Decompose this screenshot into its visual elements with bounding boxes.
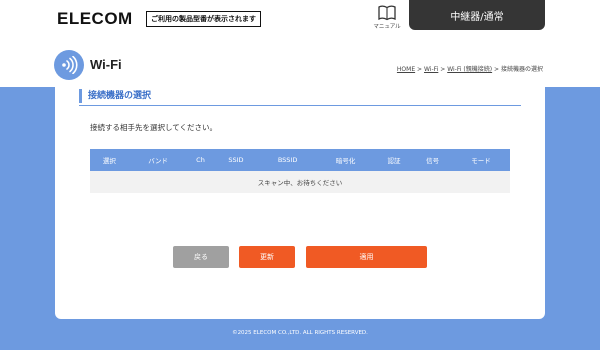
section-divider [79,105,521,106]
breadcrumb-separator: > [417,66,423,73]
col-band: バンド [128,149,188,171]
breadcrumb-wifi-parent[interactable]: Wi-Fi (親機接続) [447,66,492,73]
col-signal: 信号 [413,149,452,171]
breadcrumb-current: 接続機器の選択 [500,66,543,73]
col-mode: モード [451,149,510,171]
col-auth: 認証 [374,149,414,171]
mode-tab[interactable]: 中継器/通常 [409,0,545,30]
page-title: Wi-Fi [90,57,122,72]
table-row: スキャン中、お待ちください [90,171,510,193]
breadcrumb-separator: > [440,66,446,73]
breadcrumb-home[interactable]: HOME [397,66,415,73]
manual-link[interactable]: マニュアル [368,5,406,30]
breadcrumb-wifi[interactable]: Wi-Fi [424,66,438,73]
instruction-text: 接続する相手先を選択してください。 [90,123,218,132]
col-encryption: 暗号化 [316,149,375,171]
col-select: 選択 [90,149,129,171]
col-channel: Ch [187,149,214,171]
table-header-row: 選択 バンド Ch SSID BSSID 暗号化 認証 信号 モード [90,149,510,171]
model-notice: ご利用の製品型番が表示されます [146,11,261,27]
breadcrumb-separator: > [494,66,500,73]
manual-label: マニュアル [373,24,401,30]
wifi-icon [54,50,84,80]
col-ssid: SSID [213,149,259,171]
apply-button[interactable]: 適用 [306,246,427,268]
back-button[interactable]: 戻る [173,246,229,268]
device-table: 選択 バンド Ch SSID BSSID 暗号化 認証 信号 モード スキャン中… [90,149,510,193]
section-title: 接続機器の選択 [79,89,151,103]
content-card: 接続機器の選択 接続する相手先を選択してください。 選択 バンド Ch SSID… [55,87,545,319]
copyright: ©2025 ELECOM CO.,LTD. ALL RIGHTS RESERVE… [232,330,368,336]
breadcrumb: HOME > Wi-Fi > Wi-Fi (親機接続) > 接続機器の選択 [397,64,543,73]
book-icon [368,5,406,21]
elecom-logo: ELECOM [57,9,133,28]
scan-status: スキャン中、お待ちください [90,171,510,193]
refresh-button[interactable]: 更新 [239,246,295,268]
col-bssid: BSSID [258,149,317,171]
